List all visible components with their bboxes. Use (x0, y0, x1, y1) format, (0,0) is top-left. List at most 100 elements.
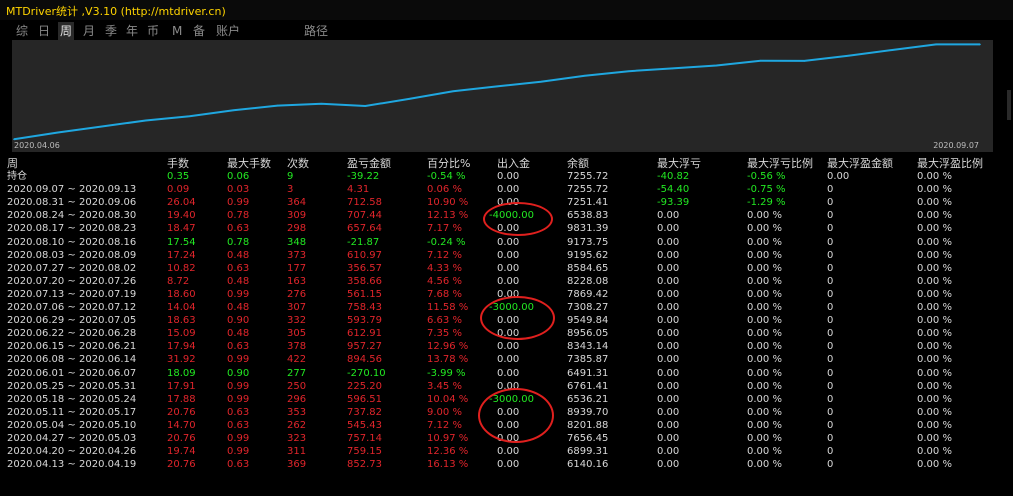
equity-point-18 (803, 60, 806, 62)
table-cell: 0.09 (167, 184, 190, 196)
highlight-circle (480, 296, 555, 340)
table-cell: 12.36 % (427, 446, 469, 458)
table-cell: 0.00 % (917, 446, 952, 458)
table-cell: 2020.08.10 ~ 2020.08.16 (7, 236, 137, 248)
window-title: MTDriver统计 ,V3.10 (http://mtdriver.cn) (6, 5, 226, 18)
table-cell: 3 (287, 184, 294, 196)
table-cell: 11.58 % (427, 302, 469, 314)
table-cell: 298 (287, 223, 307, 235)
tab-4[interactable]: 季 (103, 22, 119, 40)
tab-7[interactable]: M (170, 22, 184, 40)
table-row[interactable]: 2020.06.15 ~ 2020.06.21 17.94 0.63 378 957.2… (0, 340, 1005, 353)
table-cell: 0.03 (227, 184, 250, 196)
table-cell: -39.22 (347, 171, 380, 183)
table-row[interactable]: 2020.06.01 ~ 2020.06.07 18.09 0.90 277 -270.… (0, 367, 1005, 380)
table-cell: 712.58 (347, 197, 382, 209)
table-cell: 0.00 (657, 432, 680, 444)
tab-10[interactable]: 路径 (302, 22, 330, 40)
highlight-circle (478, 388, 554, 443)
table-cell: 0.00 % (747, 223, 782, 235)
table-row[interactable]: 2020.09.07 ~ 2020.09.13 0.09 0.03 3 4.31 0.06… (0, 183, 1005, 196)
table-row[interactable]: 2020.08.10 ~ 2020.08.16 17.54 0.78 348 -21.8… (0, 236, 1005, 249)
highlight-circle (483, 202, 553, 236)
table-row[interactable]: 2020.04.13 ~ 2020.04.19 20.76 0.63 369 852.7… (0, 458, 1005, 471)
equity-point-15 (671, 67, 674, 70)
table-cell: 4.56 % (427, 275, 462, 287)
chart-start-label: 2020.04.06 (14, 141, 60, 150)
equity-line (13, 43, 980, 141)
table-cell: -0.54 % (427, 171, 466, 183)
table-row[interactable]: 2020.07.20 ~ 2020.07.26 8.72 0.48 163 358.66… (0, 275, 1005, 288)
tab-9[interactable]: 账户 (214, 22, 242, 40)
table-cell: 369 (287, 459, 307, 471)
table-cell: 0 (827, 432, 834, 444)
table-cell: 0.00 (657, 236, 680, 248)
table-cell: 0.00 % (747, 459, 782, 471)
tab-8[interactable]: 备 (191, 22, 207, 40)
table-row[interactable]: 2020.06.08 ~ 2020.06.14 31.92 0.99 422 894.5… (0, 353, 1005, 366)
table-cell: 2020.06.22 ~ 2020.06.28 (7, 328, 137, 340)
table-cell: 8343.14 (567, 341, 609, 353)
table-cell: 0.00 % (747, 367, 782, 379)
table-cell: 0.35 (167, 171, 190, 183)
table-cell: 9831.39 (567, 223, 609, 235)
table-cell: 2020.05.25 ~ 2020.05.31 (7, 380, 137, 392)
table-cell: 0.00 (657, 341, 680, 353)
table-cell: 957.27 (347, 341, 382, 353)
table-cell: 0.00 % (917, 236, 952, 248)
table-cell: 759.15 (347, 446, 382, 458)
tab-0[interactable]: 综 (14, 22, 30, 40)
table-cell: 6761.41 (567, 380, 609, 392)
table-cell: 225.20 (347, 380, 382, 392)
equity-point-0 (13, 138, 15, 141)
table-cell: 348 (287, 236, 307, 248)
table-cell: 561.15 (347, 288, 382, 300)
table-cell: 0.63 (227, 262, 250, 274)
equity-point-21 (935, 43, 937, 46)
table-cell: 0.00 % (747, 210, 782, 222)
table-cell: 422 (287, 354, 307, 366)
table-cell: 0.00 % (917, 223, 952, 235)
table-cell: 593.79 (347, 315, 382, 327)
table-cell: 20.76 (167, 432, 196, 444)
tab-5[interactable]: 年 (124, 22, 140, 40)
title-bar: MTDriver统计 ,V3.10 (http://mtdriver.cn) (0, 0, 1013, 20)
table-cell: 0.00 (657, 367, 680, 379)
equity-point-13 (584, 74, 586, 77)
table-row[interactable]: 持仓 0.35 0.06 9 -39.22 -0.54 % 0.00 7255.72 -40.8… (0, 170, 1005, 183)
equity-point-12 (540, 80, 542, 83)
table-cell: 757.14 (347, 432, 382, 444)
table-cell: 10.97 % (427, 432, 469, 444)
table-cell: 2020.05.11 ~ 2020.05.17 (7, 406, 137, 418)
table-cell: 2020.07.27 ~ 2020.08.02 (7, 262, 137, 274)
table-cell: 7656.45 (567, 432, 609, 444)
table-cell: 0.00 (657, 262, 680, 274)
column-header: 次数 (287, 157, 309, 170)
table-cell: 17.24 (167, 249, 196, 261)
equity-point-6 (276, 104, 279, 107)
scrollbar[interactable] (1007, 90, 1011, 120)
table-cell: 378 (287, 341, 307, 353)
tab-6[interactable]: 币 (145, 22, 161, 40)
table-cell: 0.00 (497, 262, 520, 274)
table-cell: 12.96 % (427, 341, 469, 353)
table-cell: 18.09 (167, 367, 196, 379)
table-cell: 0.00 (657, 354, 680, 366)
equity-point-14 (627, 70, 630, 72)
table-cell: 0.00 % (917, 184, 952, 196)
table-cell: 4.31 (347, 184, 370, 196)
table-row[interactable]: 2020.08.03 ~ 2020.08.09 17.24 0.48 373 610.9… (0, 249, 1005, 262)
table-cell: 8584.65 (567, 262, 609, 274)
tab-3[interactable]: 月 (81, 22, 97, 40)
table-row[interactable]: 2020.07.27 ~ 2020.08.02 10.82 0.63 177 356.5… (0, 262, 1005, 275)
table-cell: 2020.07.13 ~ 2020.07.19 (7, 288, 137, 300)
tab-1[interactable]: 日 (36, 22, 52, 40)
tab-2[interactable]: 周 (58, 22, 75, 40)
table-cell: 0.00 % (747, 275, 782, 287)
table-cell: 0.00 % (917, 432, 952, 444)
table-cell: 0 (827, 288, 834, 300)
table-cell: 0 (827, 341, 834, 353)
table-cell: 2020.08.17 ~ 2020.08.23 (7, 223, 137, 235)
table-cell: 0.00 (497, 367, 520, 379)
table-row[interactable]: 2020.04.20 ~ 2020.04.26 19.74 0.99 311 759.1… (0, 445, 1005, 458)
